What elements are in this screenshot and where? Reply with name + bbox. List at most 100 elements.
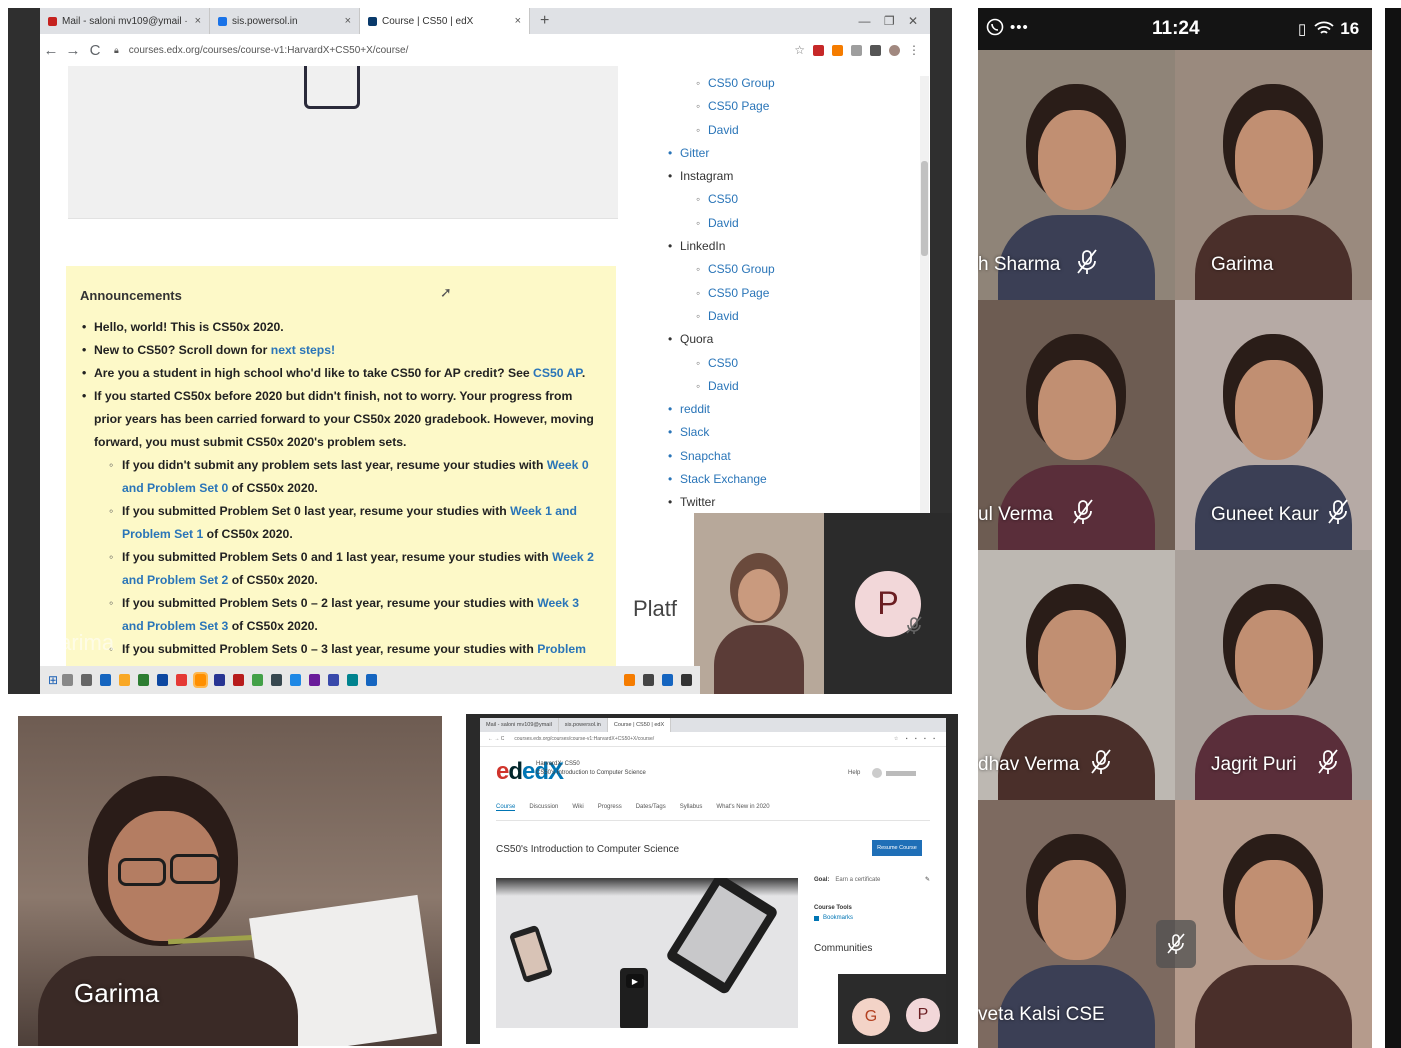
nav-buttons[interactable]: ← → C: [488, 736, 504, 742]
taskbar-app-icon[interactable]: [328, 674, 340, 686]
participant-tile[interactable]: Guneet Kaur: [1175, 300, 1372, 550]
participant-tile[interactable]: h Sharma: [978, 50, 1175, 300]
bookmarks-link[interactable]: Bookmarks: [814, 915, 944, 921]
taskbar-app-icon[interactable]: [233, 674, 245, 686]
social-link[interactable]: CS50: [668, 352, 868, 376]
chrome-icon[interactable]: [176, 674, 188, 686]
play-button-icon[interactable]: ▶: [626, 974, 644, 988]
menu-icon[interactable]: ⋮: [908, 43, 920, 57]
browser-tab-mail[interactable]: Mail - saloni mv109@ymail · ×: [40, 8, 210, 34]
taskbar-app-icon[interactable]: [119, 674, 131, 686]
announcement-item: If you submitted Problem Sets 0 and 1 la…: [80, 546, 600, 592]
user-avatar[interactable]: [872, 768, 883, 778]
taskbar-app-icon[interactable]: [157, 674, 169, 686]
taskbar-app-icon[interactable]: [252, 674, 264, 686]
tray-icon[interactable]: [624, 674, 635, 686]
browser-tab[interactable]: Mail - saloni mv109@ymail: [480, 718, 559, 732]
extension-icons[interactable]: ☆ ▪ ▪ ▪ ▪: [894, 736, 938, 742]
username-dropdown[interactable]: [886, 770, 917, 776]
taskbar-app-icon[interactable]: [271, 674, 283, 686]
window-controls[interactable]: — ❐ ✕: [859, 14, 930, 28]
help-link[interactable]: Help: [848, 770, 860, 776]
new-tab-button[interactable]: +: [530, 12, 559, 30]
back-button[interactable]: ←: [40, 42, 62, 59]
url-field[interactable]: courses.edx.org/courses/course-v1:Harvar…: [129, 45, 409, 56]
participant-tile[interactable]: Jagrit Puri: [1175, 550, 1372, 800]
taskbar-app-icon[interactable]: [309, 674, 321, 686]
course-video[interactable]: ▶: [496, 878, 798, 1028]
close-tab-icon[interactable]: ×: [339, 15, 351, 27]
taskbar-app-icon[interactable]: [100, 674, 112, 686]
social-link[interactable]: CS50 Group: [668, 258, 868, 282]
taskbar-app-icon[interactable]: [214, 674, 226, 686]
course-video-area[interactable]: [68, 66, 618, 219]
course-tab[interactable]: Progress: [598, 804, 622, 810]
tray-icon[interactable]: [643, 674, 654, 686]
task-view-icon[interactable]: [81, 674, 93, 686]
browser-tab-edx[interactable]: Course | CS50 | edX ×: [360, 8, 530, 34]
close-tab-icon[interactable]: ×: [189, 15, 201, 27]
announcement-link[interactable]: next steps!: [271, 343, 335, 357]
reload-button[interactable]: C: [84, 42, 106, 59]
social-link[interactable]: CS50 Group: [668, 72, 868, 96]
social-platform-item[interactable]: reddit: [668, 398, 868, 422]
browser-tab-sis[interactable]: sis.powersol.in ×: [210, 8, 360, 34]
url-field[interactable]: courses.edx.org/courses/course-v1:Harvar…: [514, 736, 654, 742]
social-link[interactable]: CS50 Page: [668, 95, 868, 119]
participant-tile-p[interactable]: P: [824, 513, 952, 694]
extension-icon[interactable]: [813, 44, 824, 56]
participant-bubble-g[interactable]: G: [852, 998, 890, 1036]
participant-bubble-p[interactable]: P: [906, 998, 940, 1032]
course-tab[interactable]: Dates/Tags: [636, 804, 666, 810]
course-tab[interactable]: Syllabus: [680, 804, 703, 810]
announcement-link[interactable]: CS50 AP: [533, 366, 582, 380]
course-tab[interactable]: Wiki: [572, 804, 583, 810]
star-icon[interactable]: ☆: [794, 43, 805, 57]
social-link[interactable]: David: [668, 119, 868, 143]
taskbar-app-icon[interactable]: [290, 674, 302, 686]
social-link[interactable]: David: [668, 212, 868, 236]
social-platform-item[interactable]: Gitter: [668, 142, 868, 166]
social-platform-item[interactable]: Stack Exchange: [668, 468, 868, 492]
forward-button[interactable]: →: [62, 42, 84, 59]
participant-tile[interactable]: [1175, 800, 1372, 1048]
social-link[interactable]: CS50: [668, 188, 868, 212]
social-link[interactable]: CS50 Page: [668, 282, 868, 306]
social-link[interactable]: David: [668, 305, 868, 329]
announcement-text-tail: of CS50x 2020.: [228, 573, 318, 587]
participant-tile[interactable]: Garima: [1175, 50, 1372, 300]
social-platform-item[interactable]: Slack: [668, 421, 868, 445]
floating-mic-button[interactable]: [1156, 920, 1196, 968]
search-icon[interactable]: [62, 674, 74, 686]
course-tab[interactable]: Course: [496, 804, 516, 811]
extension-icon[interactable]: [832, 44, 843, 56]
browser-tab-active[interactable]: Course | CS50 | edX: [607, 718, 672, 732]
taskbar-app-icon[interactable]: [347, 674, 359, 686]
course-tab[interactable]: Discussion: [529, 804, 558, 810]
tray-icon[interactable]: [605, 674, 616, 686]
taskbar-app-icon[interactable]: [138, 674, 150, 686]
resume-course-button[interactable]: Resume Course: [872, 840, 922, 856]
tray-icon[interactable]: [662, 674, 673, 686]
participant-tile[interactable]: dhav Verma: [978, 550, 1175, 800]
social-platform-item[interactable]: Snapchat: [668, 445, 868, 469]
goal-label: Goal:: [814, 876, 830, 883]
taskbar-app-icon[interactable]: [366, 674, 378, 686]
windows-start-icon[interactable]: ⊞: [48, 673, 58, 687]
participant-tile[interactable]: veta Kalsi CSE: [978, 800, 1175, 1048]
browser-tab[interactable]: sis.powersol.in: [559, 718, 608, 732]
social-link[interactable]: David: [668, 375, 868, 399]
edit-icon[interactable]: ✎: [925, 876, 930, 883]
participant-tile[interactable]: ul Verma: [978, 300, 1175, 550]
course-tab[interactable]: What's New in 2020: [716, 804, 769, 810]
goal-value[interactable]: Earn a certificate: [835, 877, 880, 883]
tray-icon[interactable]: [681, 674, 692, 686]
extension-icon[interactable]: [851, 44, 862, 56]
close-tab-icon[interactable]: ×: [509, 15, 521, 27]
self-video-tile[interactable]: [694, 513, 824, 694]
puzzle-icon[interactable]: [870, 44, 881, 56]
taskbar-app-icon-active[interactable]: [193, 672, 209, 688]
profile-avatar[interactable]: [889, 44, 900, 56]
scrollbar-thumb[interactable]: [921, 161, 928, 256]
announcement-item: New to CS50? Scroll down for next steps!: [80, 339, 600, 362]
